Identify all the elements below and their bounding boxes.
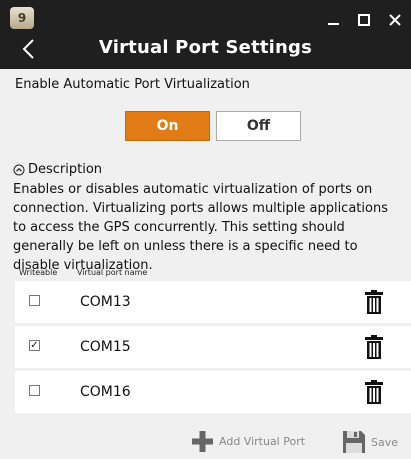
table-row: COM13	[15, 281, 411, 323]
maximize-icon	[358, 14, 370, 26]
page-title: Virtual Port Settings	[98, 37, 313, 58]
trash-icon[interactable]	[365, 290, 383, 314]
add-virtual-port-label: Add Virtual Port	[219, 435, 306, 448]
plus-icon	[192, 431, 213, 452]
close-button[interactable]	[384, 11, 406, 29]
save-label: Save	[371, 435, 399, 449]
trash-icon[interactable]	[365, 335, 383, 359]
save-button[interactable]: Save	[343, 431, 398, 453]
description-text: Enables or disables automatic virtualiza…	[13, 182, 388, 273]
column-header-port-name: Virtual port name	[77, 268, 148, 277]
add-virtual-port-button[interactable]: Add Virtual Port	[192, 431, 305, 452]
writeable-checkbox[interactable]: ✓	[29, 340, 40, 351]
writeable-checkbox[interactable]	[29, 385, 40, 396]
on-toggle-button[interactable]: On	[125, 111, 210, 141]
app-icon: 9	[10, 7, 34, 29]
minimize-icon	[327, 23, 339, 25]
port-name: COM16	[80, 384, 131, 400]
off-toggle-button[interactable]: Off	[216, 111, 301, 141]
table-row: ✓ COM15	[15, 326, 411, 368]
column-header-writeable: Writeable	[19, 268, 58, 277]
minimize-button[interactable]	[322, 11, 344, 29]
close-icon	[389, 14, 401, 26]
title-bar: 9 Virtual Port Settings	[0, 0, 411, 69]
writeable-checkbox[interactable]	[29, 295, 40, 306]
save-icon	[343, 431, 365, 453]
auto-virtualization-label: Enable Automatic Port Virtualization	[15, 77, 250, 92]
maximize-button[interactable]	[353, 11, 375, 29]
description-heading: Description	[28, 162, 103, 177]
port-name: COM13	[80, 294, 131, 310]
port-name: COM15	[80, 339, 131, 355]
table-row: COM16	[15, 371, 411, 413]
description-toggle[interactable]: Description	[13, 162, 102, 177]
settings-panel: Enable Automatic Port Virtualization On …	[0, 69, 411, 459]
trash-icon[interactable]	[365, 380, 383, 404]
collapse-chevron-icon	[13, 164, 25, 175]
